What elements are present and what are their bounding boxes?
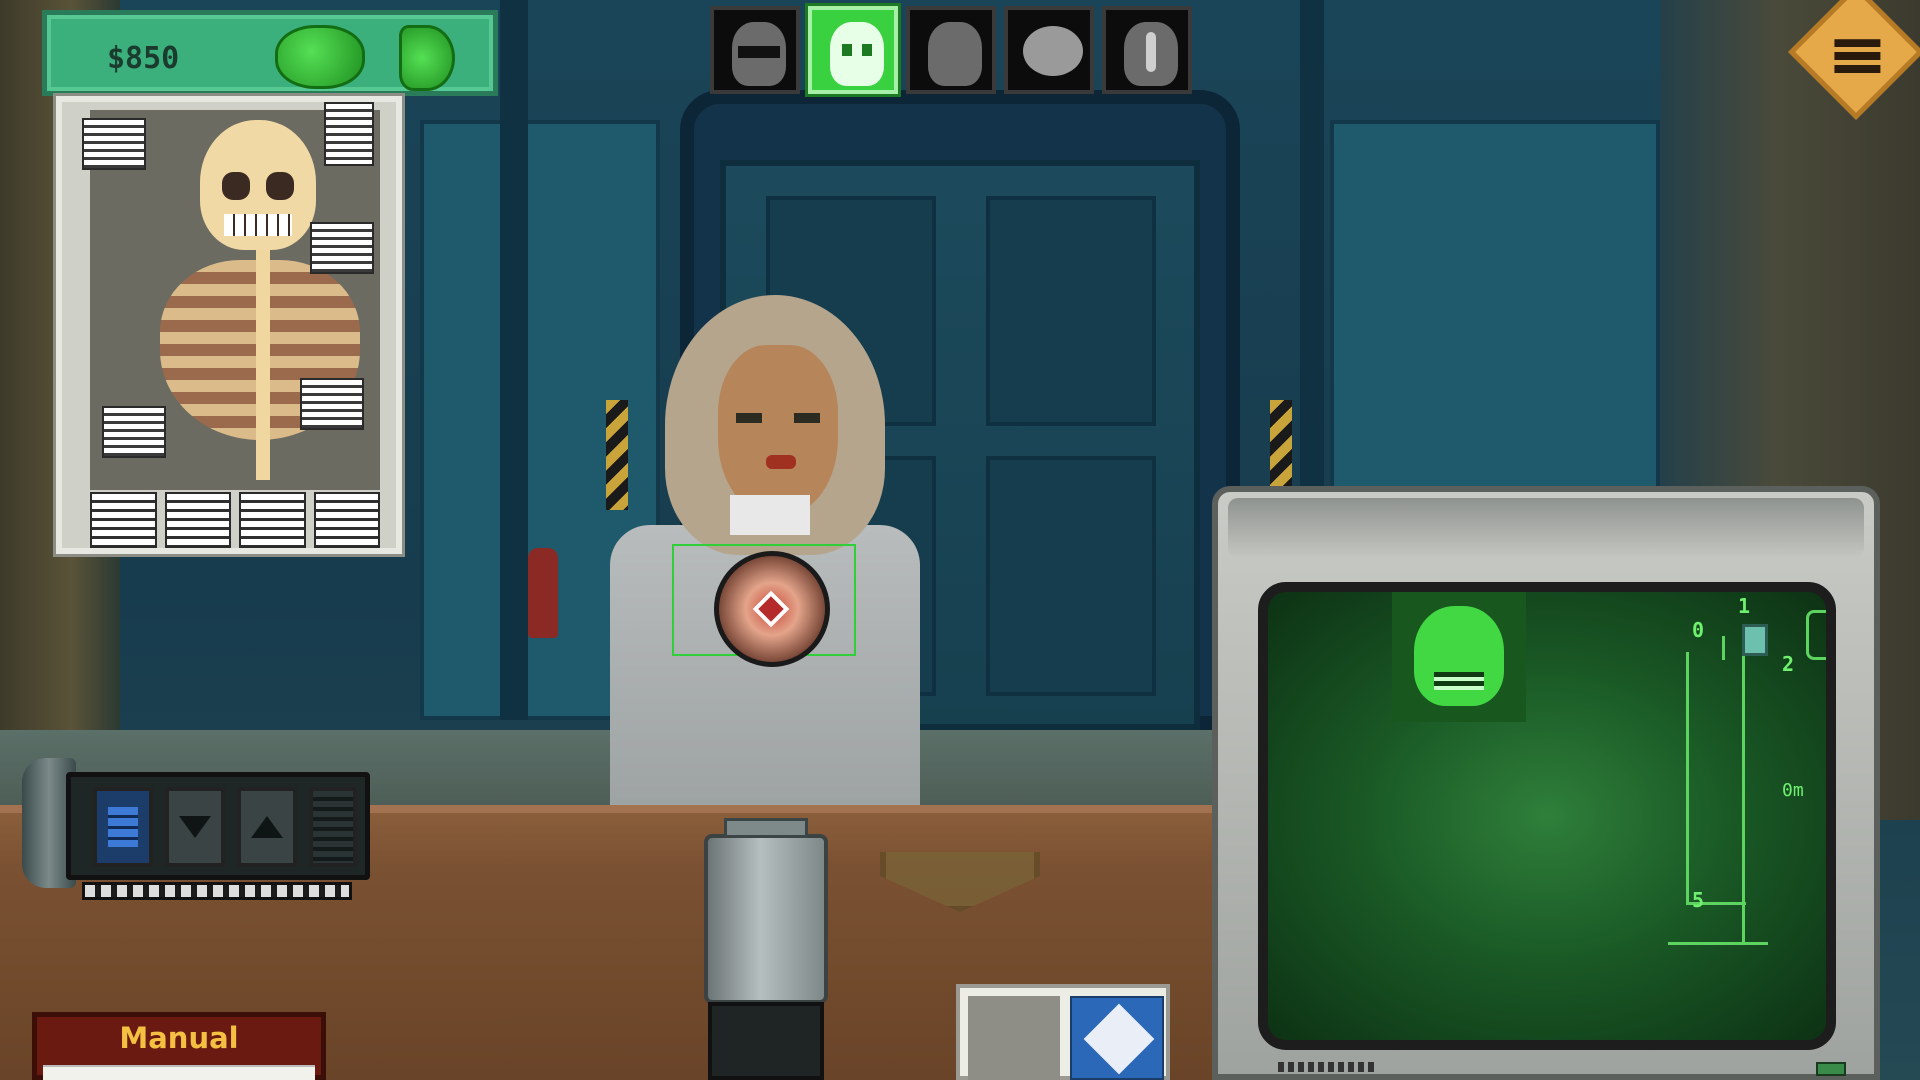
head-silhouette-icon — [928, 22, 982, 86]
floor-label: 2 — [1782, 652, 1795, 676]
skull-icon — [830, 22, 884, 86]
control-strip — [82, 882, 352, 900]
skull-eye — [222, 172, 250, 200]
shaft-line — [1742, 652, 1745, 942]
money-value: $850 — [107, 41, 180, 76]
elevator-car-icon — [1742, 624, 1768, 656]
xray-reference-poster[interactable] — [56, 96, 402, 554]
shaft-line — [1686, 652, 1689, 902]
shaft-line — [1722, 636, 1725, 660]
spine-illustration — [256, 250, 270, 480]
elevator-monitor: 1 0 2 5 0m — [1212, 486, 1880, 1080]
hamburger-menu-icon — [1834, 39, 1881, 74]
tab-silhouette-scan[interactable] — [906, 6, 996, 94]
device-body — [704, 834, 828, 1004]
scanner-device[interactable] — [704, 818, 828, 1080]
monitor-power-led — [1816, 1062, 1846, 1076]
elevator-up-button[interactable] — [237, 787, 297, 867]
visitor-eye — [736, 413, 762, 423]
speaker-grill — [309, 787, 357, 867]
door-pane — [986, 196, 1156, 426]
device-cap — [724, 818, 808, 838]
device-base — [708, 1002, 824, 1080]
monitor-screen: 1 0 2 5 0m — [1258, 582, 1836, 1050]
distance-readout: 0m — [1782, 780, 1804, 801]
stomach-icon — [399, 25, 455, 91]
manual-title: Manual — [119, 1021, 239, 1055]
floor-label: 0 — [1692, 618, 1705, 642]
poster-label — [324, 102, 374, 166]
arrow-up-icon — [251, 816, 283, 838]
elevator-control-panel — [22, 758, 370, 906]
poster-label — [300, 378, 364, 430]
elevator-down-button[interactable] — [165, 787, 225, 867]
arrow-down-icon — [179, 816, 211, 838]
skull-teeth — [224, 214, 292, 236]
manual-book[interactable]: Manual — [32, 1012, 326, 1080]
monitor-portrait — [1392, 592, 1526, 722]
manual-page — [43, 1065, 315, 1080]
skull-illustration — [200, 120, 316, 250]
thermometer-icon — [1124, 22, 1178, 86]
floor-label: 1 — [1738, 594, 1751, 618]
poster-footer-cell — [164, 492, 231, 548]
fire-extinguisher — [528, 548, 558, 638]
money-panel: $850 — [42, 10, 498, 96]
poster-footer-cell — [239, 492, 306, 548]
skull-icon — [1414, 606, 1504, 706]
tab-temperature-scan[interactable] — [1102, 6, 1192, 94]
pipe — [500, 0, 528, 720]
tab-xray-scan[interactable] — [808, 6, 898, 94]
shaft-line — [1668, 942, 1768, 945]
brain-icon — [275, 25, 365, 89]
poster-label — [82, 118, 146, 170]
document-icon — [108, 807, 138, 847]
poster-label — [102, 406, 166, 458]
tab-visor-scan[interactable] — [710, 6, 800, 94]
id-card[interactable] — [956, 984, 1170, 1080]
poster-footer — [90, 492, 380, 548]
poster-footer-cell — [90, 492, 157, 548]
scan-mode-tabs — [710, 6, 1192, 94]
visitor-face — [718, 345, 838, 515]
floor-label: 5 — [1692, 888, 1705, 912]
documents-button[interactable] — [93, 787, 153, 867]
id-photo — [968, 996, 1060, 1080]
control-body — [66, 772, 370, 880]
monitor-vent — [1278, 1062, 1378, 1072]
tab-brain-scan[interactable] — [1004, 6, 1094, 94]
id-emblem-icon — [1070, 996, 1164, 1080]
door-pane — [986, 456, 1156, 696]
brain-icon — [1023, 26, 1083, 76]
visitor-mouth — [766, 455, 796, 469]
monitor-top — [1228, 498, 1864, 558]
skull-eye — [266, 172, 294, 200]
visitor-collar — [730, 495, 810, 535]
visor-face-icon — [732, 22, 786, 86]
door-icon — [1806, 610, 1826, 660]
visitor-eye — [794, 413, 820, 423]
poster-footer-cell — [313, 492, 380, 548]
poster-label — [310, 222, 374, 274]
